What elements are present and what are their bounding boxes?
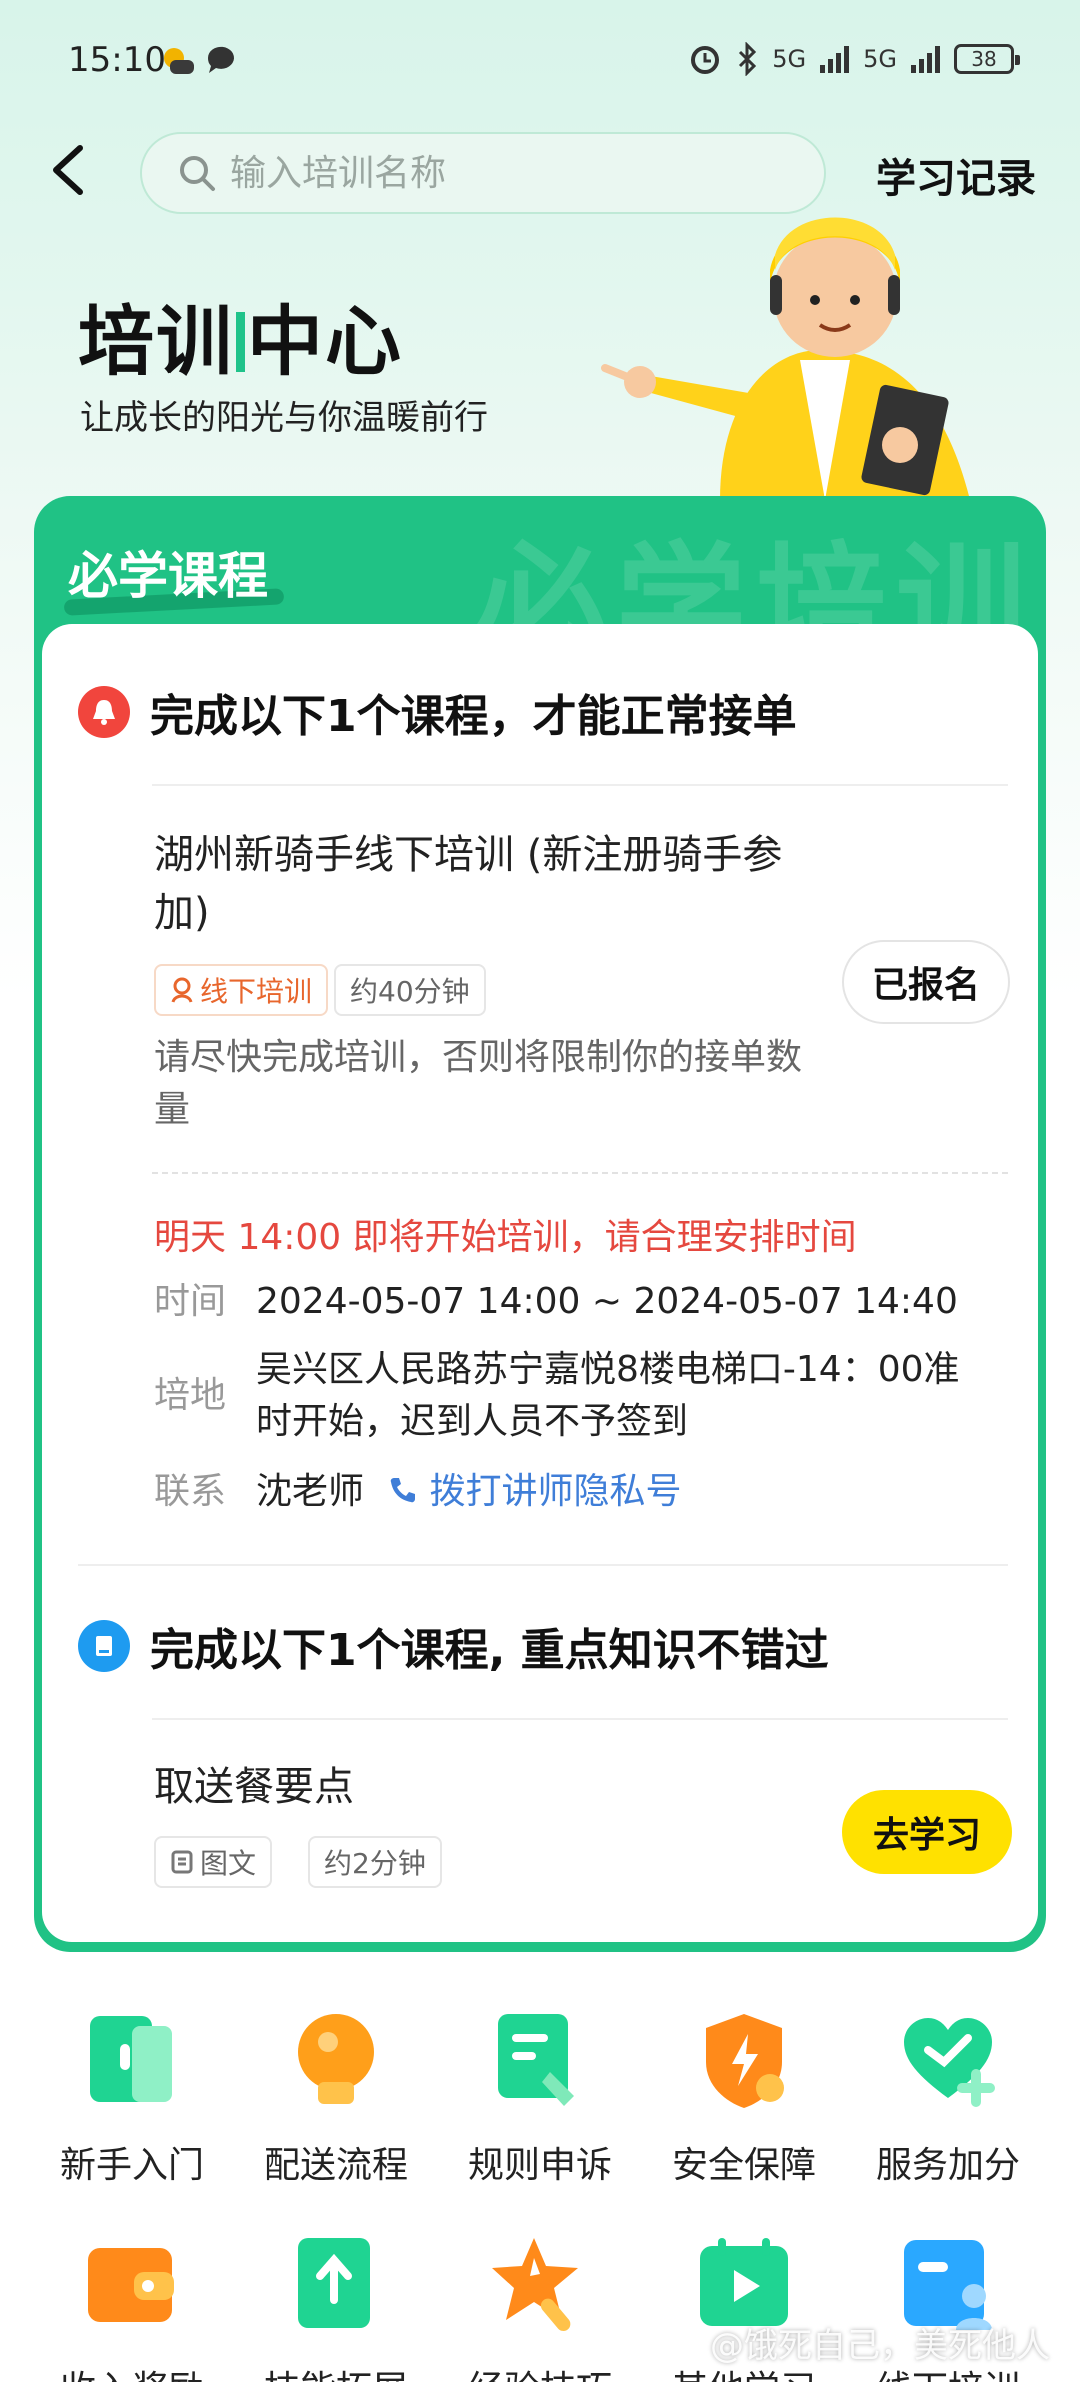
section-heading-text: 完成以下1个课程，才能正常接单	[150, 691, 797, 742]
tag-duration: 约40分钟	[334, 964, 486, 1016]
training-center-page: { "status_bar": { "time": "15:10", "batt…	[0, 0, 1080, 2382]
back-button[interactable]	[40, 140, 100, 200]
grid-item-service-bonus[interactable]: 服务加分	[848, 2010, 1048, 2188]
network-5g-left: 5G	[772, 45, 807, 73]
bluetooth-icon	[739, 42, 757, 76]
status-bar: 15:10 5G 5G 38	[0, 0, 1080, 120]
signal-icon-2	[911, 45, 940, 73]
heart-plus-icon	[904, 2018, 995, 2107]
section-heading-text: 完成以下1个课程, 重点知识不错过	[150, 1625, 829, 1676]
info-row-place: 培地 吴兴区人民路苏宁嘉悦8楼电梯口-14：00准时开始，迟到人员不予签到	[154, 1349, 960, 1442]
newbie-icon	[90, 2016, 172, 2102]
location-icon	[171, 977, 193, 1003]
search-input[interactable]	[230, 152, 790, 194]
document-pen-icon	[498, 2014, 574, 2106]
card-content: 完成以下1个课程，才能正常接单 湖州新骑手线下培训 (新注册骑手参加) 线下培训…	[42, 624, 1038, 1942]
search-icon	[180, 156, 215, 191]
chat-bubble-icon	[207, 46, 234, 73]
course-note: 请尽快完成培训，否则将限制你的接单数量	[154, 1037, 803, 1130]
grid-item-delivery-process[interactable]: 配送流程	[236, 2010, 436, 2188]
grid-item-rule-appeal[interactable]: 规则申诉	[440, 2010, 640, 2188]
go-study-button[interactable]: 去学习	[842, 1790, 1012, 1874]
battery-icon: 38	[954, 44, 1020, 74]
tag-course-type: 线下培训	[154, 964, 329, 1016]
grid-item-safety[interactable]: 安全保障	[644, 2010, 844, 2188]
book-icon	[78, 1620, 130, 1672]
status-system-icons: 5G 5G 38	[688, 42, 1020, 76]
section-required-heading: 完成以下1个课程，才能正常接单	[78, 680, 797, 744]
info-row-contact: 联系 沈老师 拨打讲师隐私号	[154, 1466, 681, 1518]
status-notification-icons	[160, 44, 238, 76]
section-key-knowledge-heading: 完成以下1个课程, 重点知识不错过	[78, 1614, 829, 1678]
rider-mascot-illustration	[601, 217, 970, 500]
grid-item-skill-expansion[interactable]: 技能拓展	[236, 2234, 436, 2382]
tag-duration: 约2分钟	[308, 1836, 442, 1888]
grid-item-income-reward[interactable]: 收入奖励	[32, 2234, 232, 2382]
call-instructor-link[interactable]: 拨打讲师隐私号	[388, 1466, 681, 1518]
wallet-icon	[88, 2248, 174, 2322]
shield-icon	[706, 2014, 784, 2108]
status-time: 15:10	[68, 40, 166, 80]
phone-icon	[390, 1478, 416, 1503]
signal-icon	[820, 45, 850, 73]
divider	[152, 784, 1008, 786]
book-arrow-icon	[298, 2238, 370, 2328]
alarm-icon	[691, 46, 720, 74]
divider	[152, 1718, 1008, 1720]
article-icon	[171, 1850, 193, 1874]
required-courses-card: 必学培训 必学课程 完成以下1个课程，才能正常接单 湖州新骑手线下培训 (新注册…	[34, 496, 1046, 1952]
grid-item-newbie[interactable]: 新手入门	[32, 2010, 232, 2188]
section-divider	[78, 1564, 1008, 1566]
course-title[interactable]: 湖州新骑手线下培训 (新注册骑手参加)	[154, 826, 834, 942]
page-subtitle: 让成长的阳光与你温暖前行	[80, 398, 488, 438]
grid-item-experience-tips[interactable]: 经验技巧	[440, 2234, 640, 2382]
chevron-left-icon	[53, 145, 83, 195]
registered-button[interactable]: 已报名	[842, 940, 1010, 1024]
card-title: 必学课程	[68, 547, 268, 605]
info-row-time: 时间 2024-05-07 14:00 ~ 2024-05-07 14:40	[154, 1281, 958, 1322]
dashed-divider	[152, 1172, 1008, 1174]
learning-history-link[interactable]: 学习记录	[876, 146, 1036, 204]
lightbulb-icon	[298, 2014, 374, 2104]
schedule-warning: 明天 14:00 即将开始培训，请合理安排时间	[154, 1217, 857, 1258]
tag-course-type: 图文	[154, 1836, 273, 1888]
star-icon	[492, 2238, 578, 2331]
bell-icon	[78, 686, 130, 738]
image-watermark: @饿死自己，美死他人	[710, 2326, 1050, 2366]
course-title[interactable]: 取送餐要点	[154, 1758, 834, 1816]
page-title: 培训 中心	[78, 297, 403, 386]
network-5g-right: 5G	[863, 45, 897, 73]
weather-icon	[164, 48, 194, 74]
